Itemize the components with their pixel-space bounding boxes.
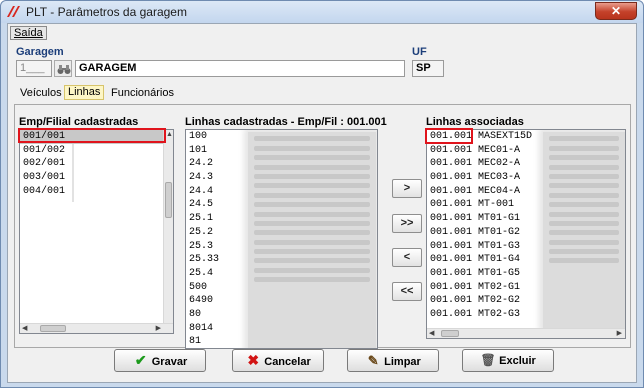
- row-code: 001.001: [430, 172, 473, 184]
- trash-bin-icon: 🗑: [480, 353, 496, 367]
- tab-veiculos[interactable]: Veículos: [17, 87, 65, 102]
- tab-linhas[interactable]: Linhas: [64, 85, 105, 100]
- row-code: 001.001: [430, 281, 473, 293]
- linhas-associadas-list[interactable]: 001.001 MASEXT15D 001.001 MEC01-A 001.00…: [426, 129, 626, 339]
- redacted-descriptions: [543, 132, 625, 328]
- redacted-descriptions: [248, 132, 376, 348]
- row-line: MEC02-A: [478, 158, 521, 170]
- row-line: MT02-G3: [478, 308, 521, 320]
- scroll-thumb[interactable]: [40, 325, 66, 332]
- garagem-name-field[interactable]: GARAGEM: [75, 60, 405, 77]
- emp-filial-header: Emp/Filial cadastradas: [19, 116, 139, 128]
- scroll-thumb[interactable]: [441, 330, 459, 337]
- add-all-lines-button[interactable]: >>: [392, 214, 422, 233]
- excluir-button[interactable]: 🗑 Excluir: [462, 349, 554, 372]
- row-line: MT01-G4: [478, 254, 521, 266]
- row-code: 001.001: [430, 267, 473, 279]
- row-line: MT01-G5: [478, 267, 521, 279]
- dialog-body: Saída Garagem 1___ GARAGEM UF SP Veículo…: [7, 23, 637, 383]
- vertical-scrollbar[interactable]: ▲: [163, 130, 173, 323]
- highlight-box: [425, 128, 473, 144]
- row-line: MT02-G2: [478, 295, 521, 307]
- scroll-thumb[interactable]: [165, 182, 172, 218]
- horizontal-scrollbar[interactable]: ◀ ▶: [427, 328, 625, 338]
- row-code: 001.001: [430, 240, 473, 252]
- tab-funcionarios[interactable]: Funcionários: [108, 87, 177, 102]
- row-code: 001.001: [430, 158, 473, 170]
- list-item[interactable]: 001/002: [20, 144, 173, 158]
- app-logo-icon: [7, 6, 20, 17]
- linhas-associadas-header: Linhas associadas: [426, 116, 524, 128]
- row-line: MT02-G1: [478, 281, 521, 293]
- main-window: PLT - Parâmetros da garagem ✕ Saída Gara…: [0, 0, 644, 388]
- menu-item-saida-label: Saída: [14, 27, 43, 39]
- cancelar-button[interactable]: ✖ Cancelar: [232, 349, 324, 372]
- emp-filial-list[interactable]: 001/001 001/002 002/001 003/001 004/001 …: [19, 129, 174, 334]
- tab-funcionarios-label: Funcionários: [111, 87, 174, 99]
- row-code: 001.001: [430, 185, 473, 197]
- garagem-code-field[interactable]: 1___: [16, 60, 52, 77]
- uf-field[interactable]: SP: [412, 60, 444, 77]
- scroll-right-icon[interactable]: ▶: [617, 330, 622, 338]
- column-divider: [72, 144, 74, 202]
- row-line: MT01-G1: [478, 213, 521, 225]
- highlight-box: [18, 128, 166, 143]
- menu-item-saida[interactable]: Saída: [10, 26, 47, 40]
- tab-linhas-label: Linhas: [68, 86, 101, 98]
- row-code: 001.001: [430, 199, 473, 211]
- limpar-button[interactable]: ✎ Limpar: [347, 349, 439, 372]
- menu-bar: Saída: [8, 24, 636, 43]
- add-line-button[interactable]: >: [392, 179, 422, 198]
- row-line: MEC04-A: [478, 185, 521, 197]
- scroll-right-icon[interactable]: ▶: [156, 325, 161, 333]
- cancelar-label: Cancelar: [264, 356, 311, 368]
- uf-label: UF: [412, 46, 427, 58]
- row-line: MT-001: [478, 199, 515, 211]
- checkmark-icon: ✔: [134, 352, 147, 368]
- cross-icon: ✖: [247, 352, 260, 368]
- row-code: 001.001: [430, 295, 473, 307]
- row-code: 001.001: [430, 213, 473, 225]
- remove-all-lines-button[interactable]: <<: [392, 282, 422, 301]
- scroll-up-icon[interactable]: ▲: [166, 131, 173, 139]
- excluir-label: Excluir: [499, 355, 536, 367]
- linhas-cadastradas-list[interactable]: 100 101 24.2 24.3 24.4 24.5 25.1 25.2 25…: [185, 129, 378, 349]
- gravar-label: Gravar: [151, 356, 188, 368]
- row-line: MASEXT15D: [478, 131, 533, 142]
- title-bar: PLT - Parâmetros da garagem ✕: [1, 1, 643, 23]
- row-line: MEC03-A: [478, 172, 521, 184]
- tab-veiculos-label: Veículos: [20, 87, 62, 99]
- garagem-label: Garagem: [16, 46, 64, 58]
- scroll-left-icon[interactable]: ◀: [429, 330, 434, 338]
- remove-line-button[interactable]: <: [392, 248, 422, 267]
- row-code: 001.001: [430, 308, 473, 320]
- window-title: PLT - Parâmetros da garagem: [26, 5, 187, 19]
- close-button[interactable]: ✕: [595, 2, 637, 20]
- list-item[interactable]: 002/001: [20, 157, 173, 171]
- row-line: MT01-G2: [478, 226, 521, 238]
- row-code: 001.001: [430, 144, 473, 156]
- row-code: 001.001: [430, 226, 473, 238]
- gravar-button[interactable]: ✔ Gravar: [114, 349, 206, 372]
- row-line: MEC01-A: [478, 144, 521, 156]
- binoculars-search-icon[interactable]: [54, 60, 72, 77]
- row-code: 001.001: [430, 254, 473, 266]
- horizontal-scrollbar[interactable]: ◀ ▶: [20, 323, 173, 333]
- eraser-brush-icon: ✎: [367, 353, 379, 368]
- list-item[interactable]: 003/001: [20, 171, 173, 185]
- scroll-left-icon[interactable]: ◀: [22, 325, 27, 333]
- linhas-cadastradas-header: Linhas cadastradas - Emp/Fil : 001.001: [185, 116, 387, 128]
- row-line: MT01-G3: [478, 240, 521, 252]
- list-item[interactable]: 004/001: [20, 185, 173, 199]
- limpar-label: Limpar: [384, 356, 421, 368]
